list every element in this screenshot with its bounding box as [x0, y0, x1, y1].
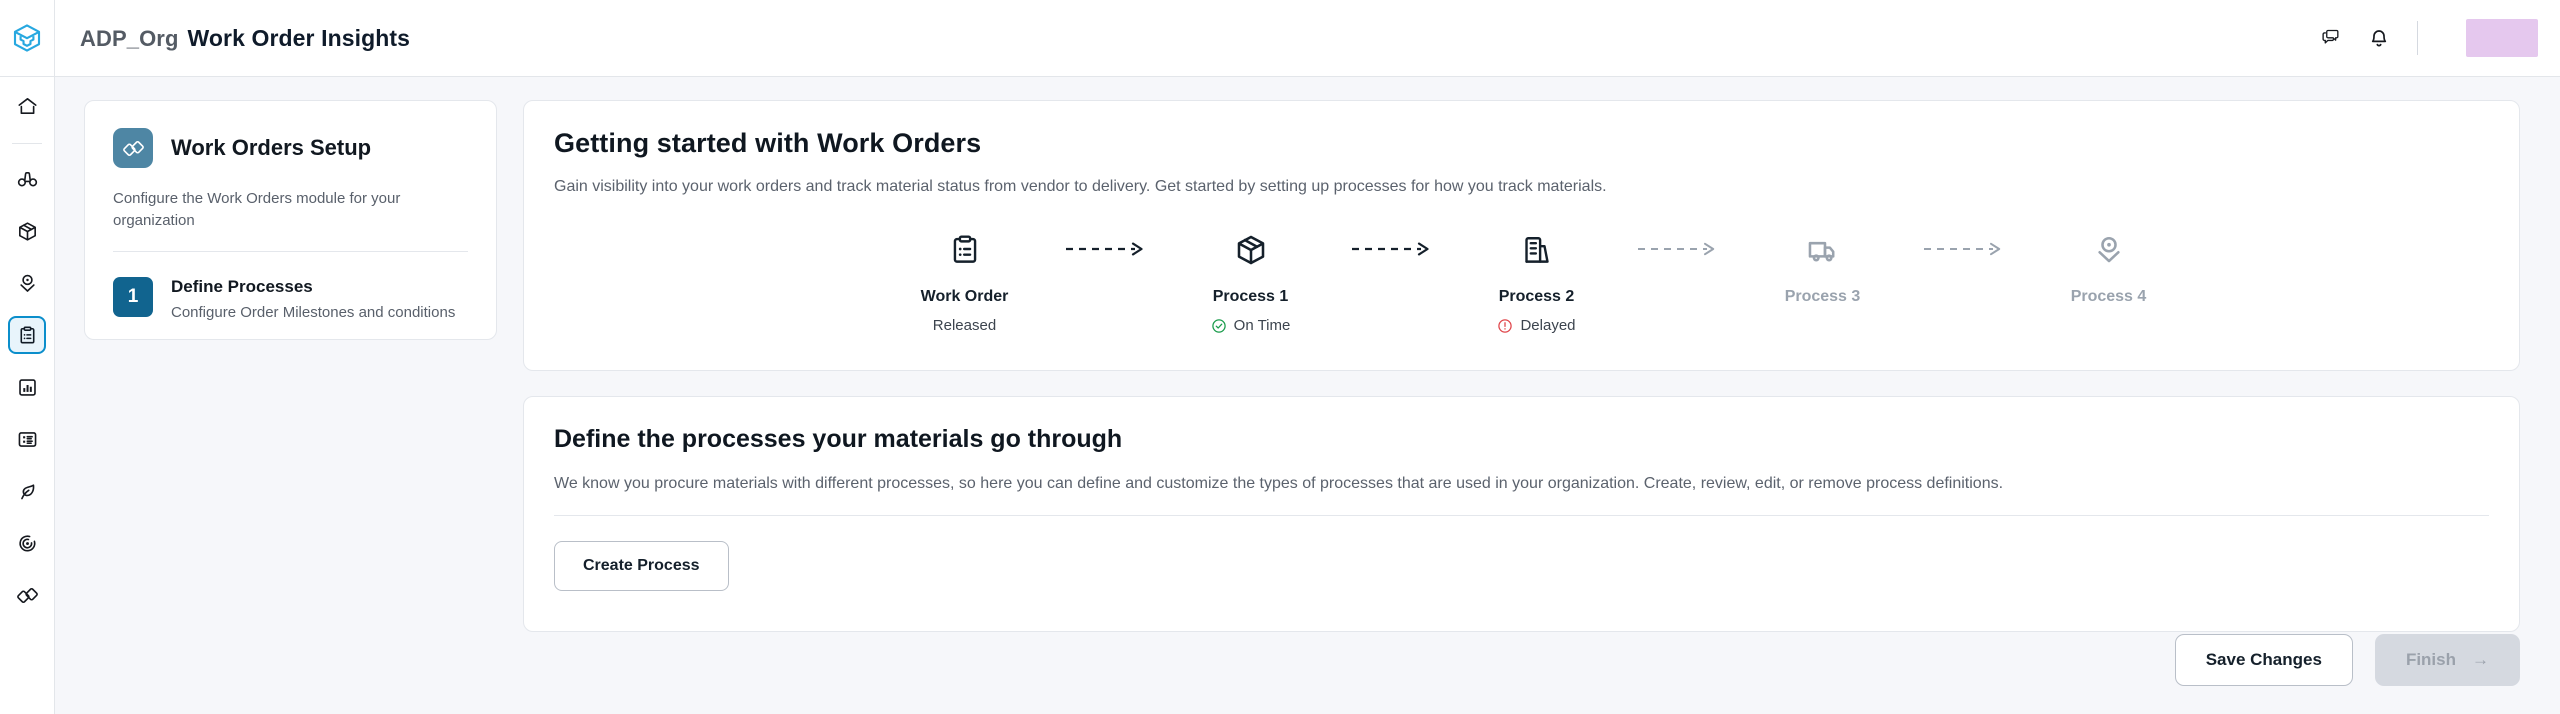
- bell-icon: [2367, 26, 2391, 50]
- leaf-icon: [16, 480, 39, 503]
- flow-node-status: On Time: [1211, 317, 1291, 334]
- finish-label: Finish: [2405, 650, 2456, 669]
- sidebar-item-sustainability[interactable]: [8, 472, 46, 510]
- flow-node-label: Process 3: [1784, 288, 1861, 305]
- chat-icon-button[interactable]: [2307, 14, 2355, 62]
- flow-node-process-4: Process 4: [2025, 226, 2193, 306]
- sidebar-item-discover[interactable]: [8, 160, 46, 198]
- sidebar-nav: [0, 77, 55, 714]
- step-title: Define Processes: [171, 276, 313, 296]
- flow-status-text: Released: [932, 317, 997, 334]
- org-name: ADP_Org: [80, 25, 179, 51]
- location-pin-icon: [16, 272, 39, 295]
- sidebar-item-analytics[interactable]: [8, 368, 46, 406]
- define-description: We know you procure materials with diffe…: [554, 475, 2004, 492]
- flow-node-status: Released: [933, 317, 996, 334]
- setup-card-subtitle: Configure the Work Orders module for you…: [113, 190, 401, 229]
- flow-icon-wrap: [948, 226, 982, 274]
- chat-icon: [2319, 26, 2343, 50]
- flow-node-process-2: Process 2 Delayed: [1453, 226, 1621, 334]
- setup-card-title: Work Orders Setup: [171, 135, 372, 160]
- check-circle-icon: [1211, 318, 1227, 334]
- flow-node-label: Process 1: [1212, 288, 1289, 305]
- getting-started-panel: Getting started with Work Orders Gain vi…: [523, 100, 2520, 371]
- package-icon: [16, 220, 39, 243]
- getting-started-description: Gain visibility into your work orders an…: [554, 178, 1607, 195]
- flow-status-text: On Time: [1233, 317, 1291, 334]
- setup-card-header: Work Orders Setup: [113, 128, 468, 168]
- step-text-block: Define Processes Configure Order Milesto…: [171, 277, 455, 321]
- getting-started-heading: Getting started with Work Orders: [554, 128, 982, 158]
- setup-step-define-processes[interactable]: 1 Define Processes Configure Order Miles…: [113, 276, 468, 321]
- top-header-bar: ADP_Org Work Order Insights: [0, 0, 2560, 77]
- clipboard-list-icon: [17, 325, 38, 346]
- package-icon: [1233, 232, 1269, 268]
- list-details-icon: [16, 428, 39, 451]
- footer-actions: Save Changes Finish →: [2174, 634, 2520, 686]
- flow-icon-wrap: [1806, 226, 1840, 274]
- work-order-flow-diagram: Work Order Released Process 1 On Time Pr…: [554, 226, 2489, 334]
- sidebar-divider: [12, 143, 42, 144]
- factory-icon: [1520, 233, 1554, 267]
- avatar[interactable]: [2466, 19, 2538, 57]
- finish-button: Finish →: [2374, 634, 2520, 686]
- define-processes-panel: Define the processes your materials go t…: [523, 396, 2520, 632]
- app-logo[interactable]: [0, 0, 55, 77]
- diamonds-icon: [122, 137, 145, 160]
- page-title: Work Order Insights: [187, 24, 411, 51]
- flow-icon-wrap: [1233, 226, 1269, 274]
- header-divider: [2417, 21, 2418, 55]
- sidebar-item-goals[interactable]: [8, 524, 46, 562]
- flow-arrow-3: [1621, 226, 1739, 256]
- truck-icon: [1806, 233, 1840, 267]
- step-subtitle: Configure Order Milestones and condition…: [171, 303, 456, 321]
- flow-node-work-order: Work Order Released: [881, 226, 1049, 334]
- binoculars-icon: [16, 168, 39, 191]
- sidebar-item-tracking[interactable]: [8, 264, 46, 302]
- flow-node-process-1: Process 1 On Time: [1167, 226, 1335, 334]
- arrow-right-icon: →: [2472, 650, 2489, 669]
- flow-node-label: Work Order: [920, 288, 1009, 305]
- save-changes-button[interactable]: Save Changes: [2174, 634, 2353, 686]
- notifications-icon-button[interactable]: [2355, 14, 2403, 62]
- main-stage: Work Orders Setup Configure the Work Ord…: [55, 77, 2560, 714]
- dashed-arrow-icon: [1065, 242, 1151, 256]
- sidebar-item-shipments[interactable]: [8, 212, 46, 250]
- sidebar-item-records[interactable]: [8, 420, 46, 458]
- dashed-arrow-icon: [1923, 242, 2009, 256]
- sidebar-item-work-orders-setup[interactable]: [8, 576, 46, 614]
- flow-node-status: Delayed: [1497, 317, 1576, 334]
- define-heading: Define the processes your materials go t…: [554, 425, 1123, 453]
- flow-arrow-4: [1907, 226, 2025, 256]
- dashed-arrow-icon: [1637, 242, 1723, 256]
- breadcrumb: ADP_Org Work Order Insights: [80, 25, 410, 52]
- sidebar-item-work-orders[interactable]: [8, 316, 46, 354]
- step-number-badge: 1: [113, 276, 153, 317]
- setup-card-divider: [113, 250, 468, 252]
- setup-card-badge: [113, 128, 153, 168]
- bar-chart-icon: [16, 376, 39, 399]
- home-icon: [16, 95, 39, 118]
- content-column: Getting started with Work Orders Gain vi…: [523, 100, 2520, 714]
- cube-logo-icon: [11, 22, 43, 54]
- flow-node-label: Process 2: [1498, 288, 1575, 305]
- diamonds-icon: [16, 584, 39, 607]
- flow-icon-wrap: [1520, 226, 1554, 274]
- location-pin-icon: [2092, 233, 2126, 267]
- flow-arrow-1: [1049, 226, 1167, 256]
- flow-node-process-3: Process 3: [1739, 226, 1907, 306]
- target-icon: [16, 532, 39, 555]
- flow-status-text: Delayed: [1520, 317, 1576, 334]
- flow-icon-wrap: [2092, 226, 2126, 274]
- sidebar-item-home[interactable]: [8, 87, 46, 125]
- create-process-button[interactable]: Create Process: [554, 541, 729, 591]
- header-actions: [2307, 0, 2560, 77]
- flow-node-label: Process 4: [2070, 288, 2147, 305]
- work-orders-setup-card: Work Orders Setup Configure the Work Ord…: [84, 100, 497, 340]
- alert-circle-icon: [1497, 318, 1513, 334]
- dashed-arrow-icon: [1351, 242, 1437, 256]
- clipboard-list-icon: [948, 233, 982, 267]
- define-divider: [554, 515, 2489, 516]
- flow-arrow-2: [1335, 226, 1453, 256]
